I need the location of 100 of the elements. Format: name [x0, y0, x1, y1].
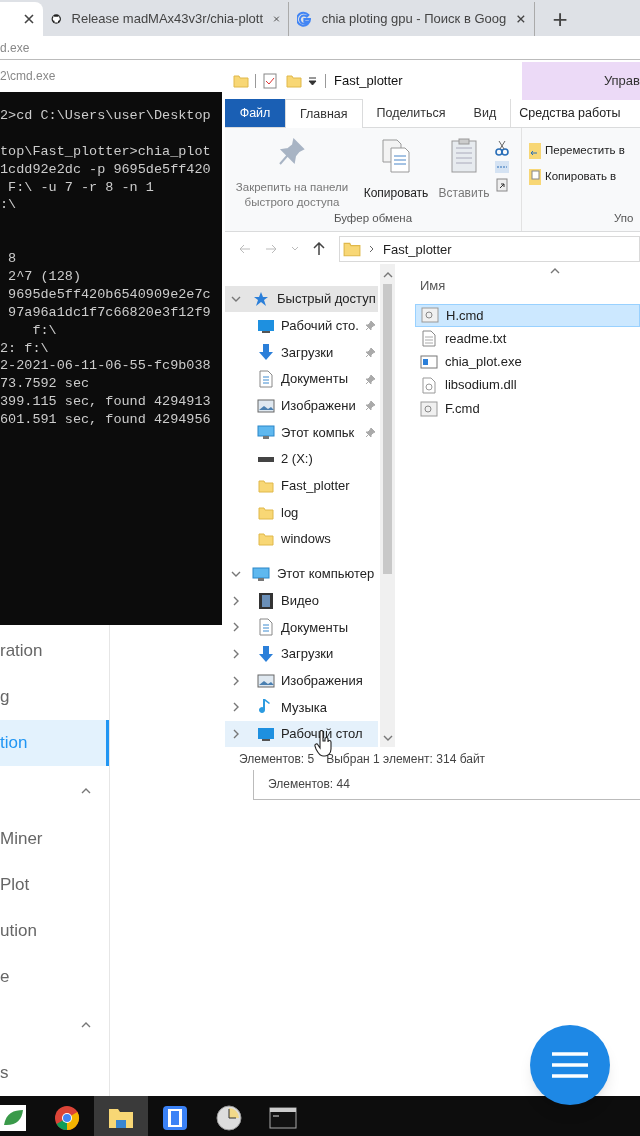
nav-item[interactable]: Fast_plotter	[225, 472, 378, 500]
ribbon-tab[interactable]: Поделиться	[362, 99, 460, 127]
breadcrumb-chevron-icon	[369, 245, 375, 254]
new-tab-button[interactable]: +	[535, 2, 585, 36]
console-line: top\Fast_plotter>chia_plot	[0, 142, 212, 161]
pin-button[interactable]: Закрепить на панели быстрого доступа	[225, 138, 359, 210]
star-icon	[253, 291, 269, 308]
collapse-chevron-icon[interactable]	[231, 622, 241, 633]
folder-icon	[258, 531, 274, 548]
nav-item[interactable]: Быстрый доступ	[225, 285, 378, 313]
clock-icon[interactable]	[216, 1105, 242, 1131]
status-text: Элементов: 5	[239, 750, 315, 768]
folder-icon[interactable]	[108, 1106, 134, 1130]
nav-item[interactable]: Этот компьк	[225, 419, 378, 446]
scrollbar[interactable]	[380, 263, 395, 748]
paste-button[interactable]: Вставить	[433, 138, 495, 210]
console-line: 73.7592 sec	[0, 375, 91, 394]
nav-item[interactable]: Изображения	[225, 667, 378, 694]
close-icon[interactable]	[23, 13, 35, 25]
nav-item[interactable]: Видео	[225, 587, 378, 614]
ribbon-tab[interactable]: Средства работы	[510, 99, 629, 127]
document-icon	[258, 370, 274, 389]
nav-item[interactable]: Изображени	[225, 392, 378, 420]
copy-button[interactable]: Копировать	[359, 138, 433, 210]
chrome-icon[interactable]	[54, 1105, 80, 1131]
console-icon[interactable]	[269, 1107, 297, 1129]
file-row[interactable]: chia_plot.exe	[415, 350, 640, 374]
browser-tab[interactable]: chia ploting gpu - Поиск в Goog	[289, 2, 535, 36]
nav-item[interactable]: log	[225, 499, 378, 526]
drive-icon	[258, 456, 274, 462]
folder-icon	[233, 73, 249, 89]
folder-icon	[343, 240, 361, 259]
pin-icon	[365, 427, 376, 438]
file-row[interactable]: H.cmd	[415, 303, 640, 327]
pin-icon	[365, 400, 376, 412]
paste-shortcut-icon[interactable]	[496, 178, 508, 192]
nav-item[interactable]: Музыка	[225, 694, 378, 721]
document-icon	[258, 618, 274, 637]
nav-item[interactable]: Документы	[225, 365, 378, 393]
nav-item[interactable]: Рабочий сто.	[225, 312, 378, 340]
nav-item[interactable]: Загрузки	[225, 339, 378, 366]
text-file-icon	[422, 330, 436, 348]
monitor-icon	[257, 317, 275, 334]
console-line: 97a96a1dc1f7c66820e3f12f9	[7, 303, 212, 322]
dropdown-arrow-icon[interactable]	[308, 76, 317, 86]
sidebar-item[interactable]: s	[0, 1050, 109, 1096]
context-tab-header: Управ	[522, 62, 640, 100]
address-bar[interactable]: Fast_plotter	[339, 236, 640, 263]
sidebar-item[interactable]: ration	[0, 628, 109, 674]
nav-item[interactable]: Рабочий стол	[225, 720, 378, 748]
collapse-chevron-icon[interactable]	[231, 649, 241, 659]
sidebar-item[interactable]: ution	[0, 908, 109, 954]
collapse-chevron-icon[interactable]	[231, 729, 241, 740]
picture-icon	[257, 397, 275, 414]
nav-item[interactable]: Документы	[225, 613, 378, 641]
film-icon	[258, 591, 274, 610]
nav-item[interactable]: Загрузки	[225, 640, 378, 668]
console-line: 9695de5ff420b6540909e2e7c	[7, 285, 212, 304]
sidebar-item[interactable]: e	[0, 954, 109, 1000]
console-line: F:\ -u 7 -r 8 -n 1	[7, 178, 155, 197]
console-line: 399.115 sec, found 4294913	[0, 393, 212, 412]
nav-item[interactable]: 2 (X:)	[225, 445, 378, 473]
sidebar-item[interactable]: g	[0, 674, 109, 720]
ribbon-tab[interactable]: Вид	[459, 99, 511, 127]
column-header[interactable]: Имя	[420, 275, 640, 296]
close-icon[interactable]	[516, 13, 526, 25]
collapse-chevron-icon[interactable]	[81, 786, 91, 796]
taskbar-button[interactable]	[94, 1096, 148, 1136]
sidebar-item[interactable]: Plot	[0, 862, 109, 908]
pin-icon	[365, 320, 376, 332]
sidebar-item[interactable]: Miner	[0, 816, 109, 862]
leaf-app-icon[interactable]	[0, 1105, 26, 1131]
console-line: 1cdd92e2dc -p 9695de5ff420	[0, 160, 212, 179]
console-line: 2-2021-06-11-06-55-fc9b038	[0, 357, 212, 376]
nav-item[interactable]: Этот компьютер	[225, 560, 378, 588]
copy-icon	[381, 138, 411, 174]
scissors-icon[interactable]	[495, 140, 509, 156]
collapse-chevron-icon[interactable]	[81, 1020, 91, 1030]
ribbon-tab[interactable]: Главная	[285, 99, 363, 128]
computer-icon	[252, 565, 270, 582]
menu-icon	[552, 1052, 588, 1078]
google-g-icon	[297, 10, 312, 28]
group-label: Упо	[614, 210, 635, 226]
up-arrow-icon[interactable]	[313, 242, 325, 257]
collapse-chevron-icon[interactable]	[231, 675, 241, 686]
file-row[interactable]: F.cmd	[415, 396, 640, 421]
copy-to-button[interactable]: Копировать в	[528, 168, 640, 186]
clipboard-icon	[451, 138, 477, 174]
ribbon-tab[interactable]: Файл	[225, 99, 285, 127]
checklist-icon[interactable]	[262, 73, 278, 89]
nav-item[interactable]: windows	[225, 525, 378, 553]
window-icon	[420, 354, 438, 369]
scroll-thumb[interactable]	[383, 283, 392, 574]
move-to-button[interactable]: Переместить в	[528, 142, 640, 160]
browser-tab[interactable]: Release madMAx43v3r/chia-plott	[43, 2, 289, 36]
collapse-chevron-icon[interactable]	[231, 595, 241, 606]
status-text: Элементов: 44	[268, 776, 350, 793]
file-row[interactable]: libsodium.dll	[415, 373, 640, 397]
file-row[interactable]: readme.txt	[415, 327, 640, 351]
collapse-chevron-icon[interactable]	[231, 702, 241, 713]
